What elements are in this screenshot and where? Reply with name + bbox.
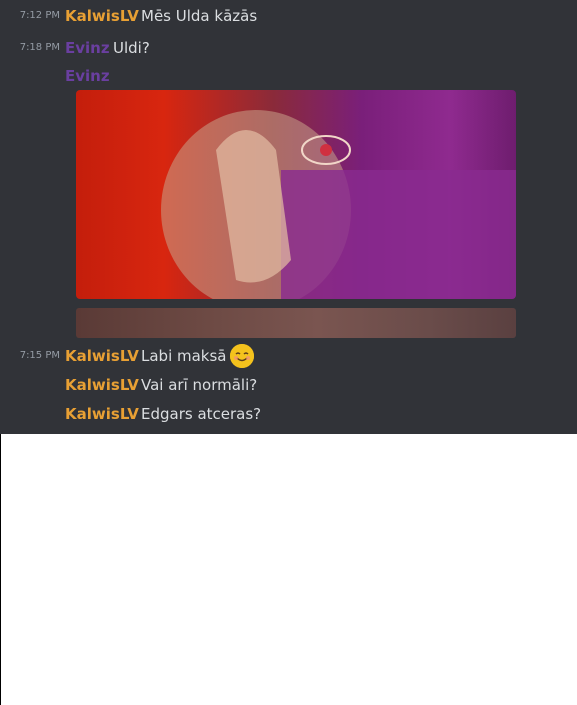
- timestamp: 7:18 PM: [19, 42, 60, 53]
- message-text: Uldi?: [113, 39, 150, 57]
- username[interactable]: KalwisLV: [65, 374, 139, 396]
- message-text: Labi maksā: [141, 347, 227, 365]
- username[interactable]: KalwisLV: [65, 345, 139, 367]
- blush-emoji-icon: [230, 344, 254, 368]
- divider-line: [0, 434, 1, 705]
- gif-preview-strip[interactable]: [76, 308, 516, 338]
- gif-image: [161, 110, 516, 299]
- username[interactable]: KalwisLV: [65, 5, 139, 27]
- username[interactable]: Evinz: [65, 65, 110, 87]
- message-text: Vai arī normāli?: [141, 376, 258, 394]
- timestamp: 7:12 PM: [19, 10, 60, 21]
- message-text: Edgars atceras?: [141, 405, 262, 423]
- chat-panel: 7:12 PM KalwisLV Mēs Ulda kāzās 7:18 PM …: [0, 0, 577, 434]
- message-text: Mēs Ulda kāzās: [141, 7, 258, 25]
- username[interactable]: KalwisLV: [65, 403, 139, 425]
- timestamp: 7:15 PM: [19, 350, 60, 361]
- username[interactable]: Evinz: [65, 37, 110, 59]
- gif-attachment[interactable]: [76, 90, 516, 299]
